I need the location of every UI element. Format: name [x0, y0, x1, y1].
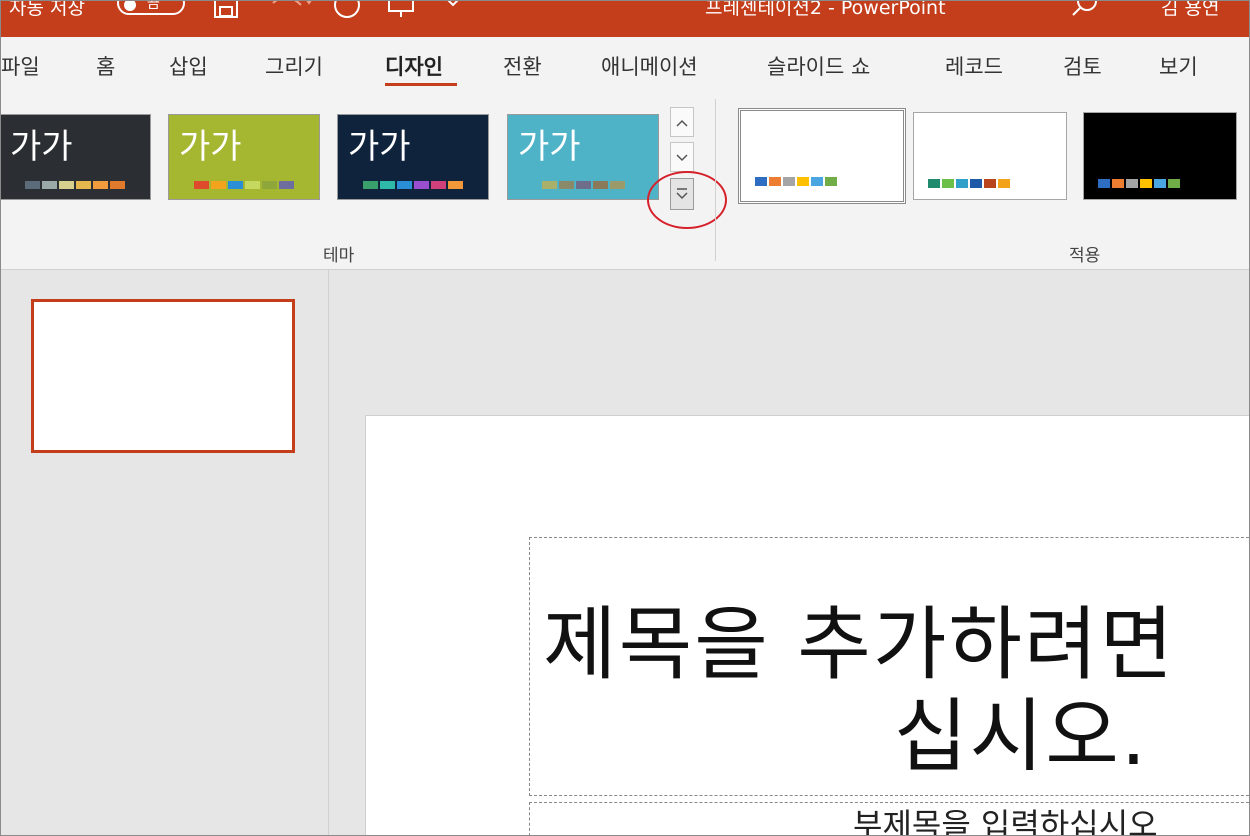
color-swatch — [59, 181, 74, 189]
redo-icon[interactable] — [333, 1, 363, 23]
color-swatch — [970, 179, 982, 188]
autosave-state: 끔 — [147, 1, 160, 12]
color-swatch — [262, 181, 277, 189]
tab-slideshow[interactable]: 슬라이드 쇼 — [767, 51, 870, 81]
color-swatch — [279, 181, 294, 189]
color-swatch — [93, 181, 108, 189]
undo-icon[interactable] — [267, 1, 313, 19]
tab-transitions[interactable]: 전환 — [503, 51, 542, 81]
ribbon-group-divider — [715, 99, 716, 261]
theme-color-swatches — [1, 181, 150, 189]
color-swatch — [1098, 179, 1110, 188]
color-swatch — [76, 181, 91, 189]
color-swatch — [1140, 179, 1152, 188]
tab-insert[interactable]: 삽입 — [169, 51, 208, 81]
color-swatch — [783, 177, 795, 186]
color-swatch — [448, 181, 463, 189]
variant-thumbnail[interactable] — [913, 112, 1067, 200]
variant-thumbnail-selected[interactable] — [738, 108, 906, 204]
customize-icon[interactable] — [445, 1, 461, 11]
color-swatch — [558, 181, 574, 189]
themes-group-label: 테마 — [323, 246, 355, 266]
color-swatch — [1112, 179, 1124, 188]
tab-design[interactable]: 디자인 — [385, 51, 443, 81]
color-swatch — [431, 181, 446, 189]
document-title: 프레젠테이션2 - PowerPoint — [705, 1, 946, 19]
subtitle-placeholder-text: 부제목을 입력하십시오 — [853, 806, 1158, 836]
color-swatch — [575, 181, 591, 189]
chevron-up-icon — [676, 119, 688, 127]
variants-group-label: 적용 — [1069, 246, 1101, 266]
tab-animations[interactable]: 애니메이션 — [601, 51, 698, 81]
autosave-toggle[interactable]: 끔 — [117, 1, 185, 15]
color-swatch — [363, 181, 378, 189]
color-swatch — [245, 181, 260, 189]
color-swatch — [592, 181, 608, 189]
color-swatch — [380, 181, 395, 189]
color-swatch — [211, 181, 226, 189]
active-tab-indicator — [385, 83, 457, 86]
chevron-down-icon — [676, 154, 688, 162]
color-swatch — [797, 177, 809, 186]
autosave-label: 자동 저장 — [9, 1, 85, 19]
color-swatch — [942, 179, 954, 188]
variant-color-swatches — [1098, 179, 1180, 188]
theme-thumbnail[interactable]: 가가 — [1, 114, 151, 200]
theme-thumbnail[interactable]: 가가 — [507, 114, 659, 200]
theme-color-swatches — [338, 181, 488, 189]
color-swatch — [397, 181, 412, 189]
theme-scroll-up-button[interactable] — [670, 107, 694, 137]
tab-file[interactable]: 파일 — [1, 51, 40, 81]
theme-sample-text: 가가 — [10, 127, 73, 167]
save-icon[interactable] — [213, 1, 239, 21]
color-swatch — [984, 179, 996, 188]
theme-color-swatches — [169, 181, 319, 189]
color-swatch — [110, 181, 125, 189]
variant-color-swatches — [755, 177, 837, 186]
theme-scroll-down-button[interactable] — [670, 142, 694, 172]
color-swatch — [25, 181, 40, 189]
title-placeholder-text-line1: 제목을 추가하려면 — [543, 598, 1176, 691]
variant-color-swatches — [928, 179, 1010, 188]
color-swatch — [609, 181, 625, 189]
color-swatch — [1154, 179, 1166, 188]
tab-draw[interactable]: 그리기 — [265, 51, 323, 81]
color-swatch — [755, 177, 767, 186]
theme-thumbnail[interactable]: 가가 — [168, 114, 320, 200]
title-bar: 자동 저장 끔 프레젠테이션2 - PowerPoint 김 용연 — [1, 1, 1249, 37]
slide-thumbnail-1[interactable] — [31, 299, 295, 453]
theme-color-swatches — [508, 181, 658, 189]
color-swatch — [769, 177, 781, 186]
theme-sample-text: 가가 — [179, 127, 242, 167]
color-swatch — [228, 181, 243, 189]
color-swatch — [1126, 179, 1138, 188]
present-icon[interactable] — [387, 1, 417, 23]
color-swatch — [956, 179, 968, 188]
color-swatch — [414, 181, 429, 189]
tab-view[interactable]: 보기 — [1159, 51, 1198, 81]
theme-thumbnail[interactable]: 가가 — [337, 114, 489, 200]
ribbon-tabs: 파일 홈 삽입 그리기 디자인 전환 애니메이션 슬라이드 쇼 레코드 검토 보… — [1, 37, 1249, 95]
color-swatch — [1168, 179, 1180, 188]
tab-review[interactable]: 검토 — [1063, 51, 1102, 81]
color-swatch — [42, 181, 57, 189]
powerpoint-window: 자동 저장 끔 프레젠테이션2 - PowerPoint 김 용연 파일 홈 삽… — [0, 0, 1250, 836]
color-swatch — [541, 181, 557, 189]
theme-sample-text: 가가 — [348, 127, 411, 167]
tab-home[interactable]: 홈 — [96, 51, 115, 81]
color-swatch — [194, 181, 209, 189]
variant-thumbnail[interactable] — [1083, 112, 1237, 200]
color-swatch — [998, 179, 1010, 188]
tab-record[interactable]: 레코드 — [945, 51, 1003, 81]
toggle-knob — [124, 1, 136, 11]
title-placeholder-text-line2: 십시오. — [894, 690, 1149, 783]
color-swatch — [825, 177, 837, 186]
color-swatch — [928, 179, 940, 188]
color-swatch — [811, 177, 823, 186]
theme-sample-text: 가가 — [518, 127, 581, 167]
search-icon[interactable] — [1071, 1, 1099, 21]
user-name[interactable]: 김 용연 — [1161, 1, 1219, 20]
